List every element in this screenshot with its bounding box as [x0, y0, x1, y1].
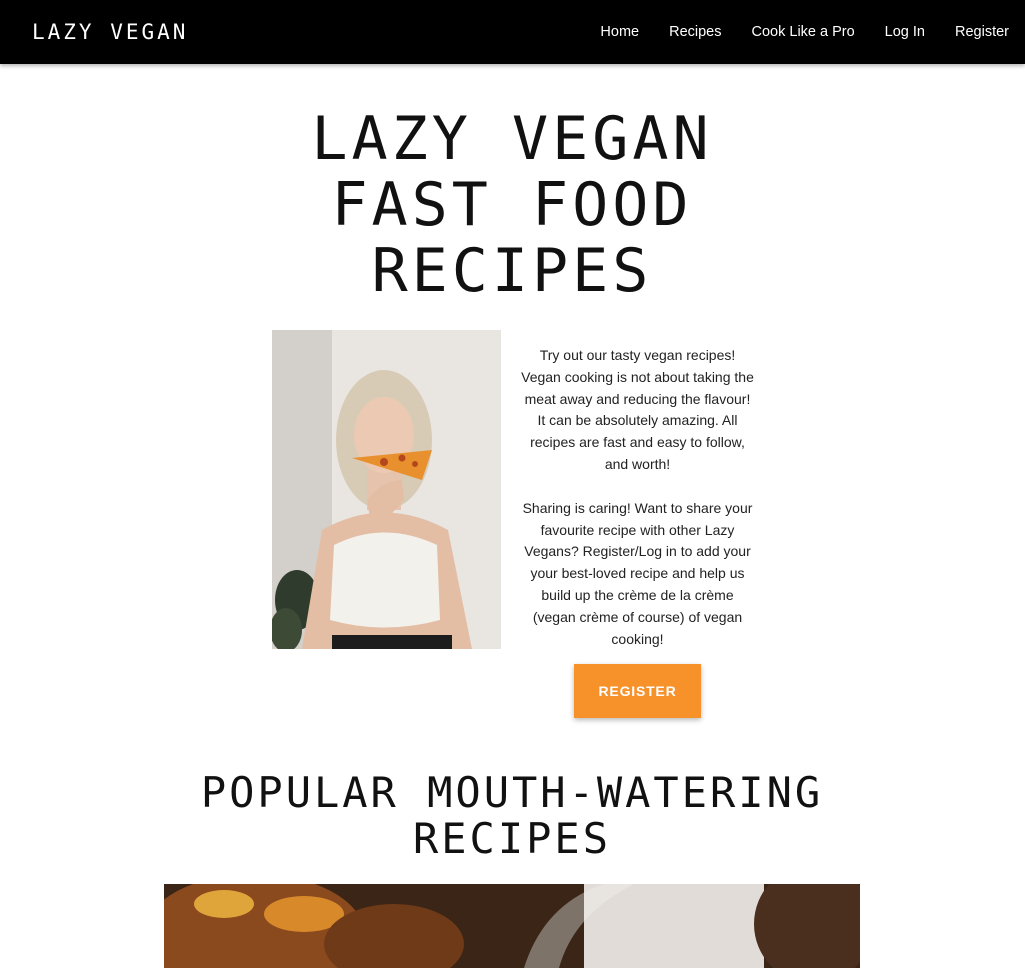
intro-paragraph-1: Try out our tasty vegan recipes! Vegan c… — [521, 347, 754, 472]
recipe-card-image[interactable] — [164, 884, 860, 968]
nav-link-log-in[interactable]: Log In — [885, 24, 925, 40]
intro-paragraph-2: Sharing is caring! Want to share your fa… — [522, 499, 753, 647]
hero-photo-woman-eating-pizza — [272, 330, 501, 649]
nav-link-register[interactable]: Register — [955, 24, 1009, 40]
popular-recipes-heading: POPULAR MOUTH-WATERING RECIPES — [200, 768, 824, 863]
nav-link-recipes[interactable]: Recipes — [669, 24, 721, 40]
intro-text: Try out our tasty vegan recipes! Vegan c… — [520, 345, 755, 650]
brand-logo[interactable]: LAZY VEGAN — [32, 20, 188, 44]
nav-menu: Home Recipes Cook Like a Pro Log In Regi… — [600, 0, 1009, 64]
top-navbar: LAZY VEGAN Home Recipes Cook Like a Pro … — [0, 0, 1025, 64]
hero-title: LAZY VEGAN FAST FOOD RECIPES — [311, 104, 713, 306]
nav-link-home[interactable]: Home — [600, 24, 639, 40]
nav-link-cook-like-a-pro[interactable]: Cook Like a Pro — [752, 24, 855, 40]
register-button[interactable]: REGISTER — [574, 664, 701, 718]
